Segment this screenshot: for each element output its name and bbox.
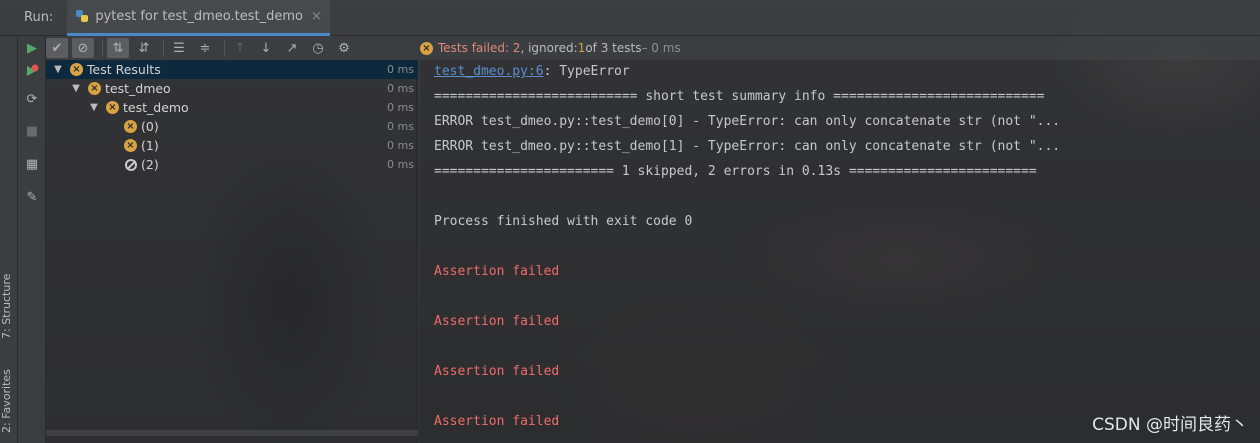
run-actions-column: ▶ ⟳ ■ ▦ ✎ xyxy=(18,36,46,443)
error-status-icon: × xyxy=(70,63,83,76)
status-total: of 3 tests xyxy=(585,41,642,55)
node-duration: 0 ms xyxy=(387,158,414,171)
tab-pytest-run[interactable]: pytest for test_dmeo.test_demo × xyxy=(67,0,330,36)
tree-node-case[interactable]: (2) 0 ms xyxy=(46,155,418,174)
node-duration: 0 ms xyxy=(387,63,414,76)
console-line-assertion: Assertion failed xyxy=(434,264,560,279)
status-ignored-prefix: , ignored: xyxy=(520,41,578,55)
tree-horizontal-scrollbar[interactable] xyxy=(46,430,418,436)
stop-icon[interactable]: ■ xyxy=(24,123,40,139)
show-passed-icon[interactable]: ✔ xyxy=(46,38,68,58)
tree-node-test-results[interactable]: ▼ × Test Results 0 ms xyxy=(46,60,418,79)
python-icon xyxy=(76,10,89,22)
expand-all-icon[interactable]: ☰ xyxy=(168,38,190,58)
expand-arrow-icon[interactable]: ▼ xyxy=(88,102,100,113)
next-failed-icon[interactable]: ↓ xyxy=(255,38,277,58)
collapse-all-icon[interactable]: ≑ xyxy=(194,38,216,58)
node-duration: 0 ms xyxy=(387,82,414,95)
sort-duration-icon[interactable]: ⇵ xyxy=(133,38,155,58)
node-label: (0) xyxy=(141,119,159,134)
console-line-summary-header: ========================== short test su… xyxy=(434,89,1045,104)
error-status-icon: × xyxy=(88,82,101,95)
console-line-error: ERROR test_dmeo.py::test_demo[0] - TypeE… xyxy=(434,114,1061,129)
expand-arrow-icon[interactable]: ▼ xyxy=(52,64,64,75)
test-toolbar: ✔ ⊘ ⇅ ⇵ ☰ ≑ ↑ ↓ ↗ ◷ ⚙ xyxy=(46,36,418,60)
node-duration: 0 ms xyxy=(387,101,414,114)
toolbar-divider xyxy=(163,39,164,57)
expand-arrow-icon[interactable]: ▼ xyxy=(70,83,82,94)
node-label: test_demo xyxy=(123,100,189,115)
status-failed: Tests failed: 2 xyxy=(438,41,521,55)
console-output[interactable]: test_dmeo.py:6: TypeError ==============… xyxy=(420,60,1260,443)
run-label: Run: xyxy=(24,10,54,25)
tree-node-module[interactable]: ▼ × test_dmeo 0 ms xyxy=(46,79,418,98)
skipped-status-icon xyxy=(125,158,137,171)
status-time: – 0 ms xyxy=(641,41,681,55)
failed-status-icon: × xyxy=(420,41,433,55)
tree-node-function[interactable]: ▼ × test_demo 0 ms xyxy=(46,98,418,117)
tab-favorites[interactable]: 2: Favorites xyxy=(0,366,18,436)
previous-failed-icon[interactable]: ↑ xyxy=(229,38,251,58)
node-duration: 0 ms xyxy=(387,139,414,152)
history-icon[interactable]: ◷ xyxy=(307,38,329,58)
node-label: test_dmeo xyxy=(105,81,171,96)
error-status-icon: × xyxy=(124,120,137,133)
console-line-summary-footer: ======================= 1 skipped, 2 err… xyxy=(434,164,1037,179)
console-line-assertion: Assertion failed xyxy=(434,414,560,429)
rerun-failed-icon[interactable] xyxy=(24,63,40,79)
pin-icon[interactable]: ✎ xyxy=(24,189,40,205)
tree-node-case[interactable]: × (1) 0 ms xyxy=(46,136,418,155)
error-status-icon: × xyxy=(106,101,119,114)
console-line-assertion: Assertion failed xyxy=(434,364,560,379)
run-titlebar: Run: pytest for test_dmeo.test_demo × xyxy=(0,0,1260,36)
error-status-icon: × xyxy=(124,139,137,152)
node-label: (2) xyxy=(141,157,159,172)
console-line-assertion: Assertion failed xyxy=(434,314,560,329)
node-label: Test Results xyxy=(87,62,161,77)
watermark: CSDN @时间良药丶 xyxy=(1092,415,1248,435)
rerun-icon[interactable]: ▶ xyxy=(24,40,40,56)
test-results-tree: ▼ × Test Results 0 ms ▼ × test_dmeo 0 ms… xyxy=(46,60,418,443)
source-link[interactable]: test_dmeo.py:6 xyxy=(434,64,544,79)
tab-structure[interactable]: 7: Structure xyxy=(0,266,18,346)
settings-gear-icon[interactable]: ⚙ xyxy=(333,38,355,58)
toggle-autotest-icon[interactable]: ⟳ xyxy=(24,91,40,107)
console-line-process-finished: Process finished with exit code 0 xyxy=(434,214,693,229)
close-icon[interactable]: × xyxy=(311,9,322,24)
sort-alpha-icon[interactable]: ⇅ xyxy=(107,38,129,58)
tree-node-case[interactable]: × (0) 0 ms xyxy=(46,117,418,136)
show-ignored-icon[interactable]: ⊘ xyxy=(72,38,94,58)
side-tool-strip: 7: Structure 2: Favorites xyxy=(0,36,18,443)
console-line-traceback: test_dmeo.py:6: TypeError xyxy=(434,64,630,79)
link-suffix: : TypeError xyxy=(543,64,630,79)
export-icon[interactable]: ↗ xyxy=(281,38,303,58)
tab-label: pytest for test_dmeo.test_demo xyxy=(95,8,303,24)
toolbar-divider xyxy=(224,39,225,57)
node-label: (1) xyxy=(141,138,159,153)
status-ignored-count: 1 xyxy=(577,41,586,55)
toolbar-divider xyxy=(102,39,103,57)
node-duration: 0 ms xyxy=(387,120,414,133)
layout-icon[interactable]: ▦ xyxy=(24,156,40,172)
test-status: × Tests failed: 2 , ignored: 1 of 3 test… xyxy=(420,36,1260,60)
console-line-error: ERROR test_dmeo.py::test_demo[1] - TypeE… xyxy=(434,139,1061,154)
